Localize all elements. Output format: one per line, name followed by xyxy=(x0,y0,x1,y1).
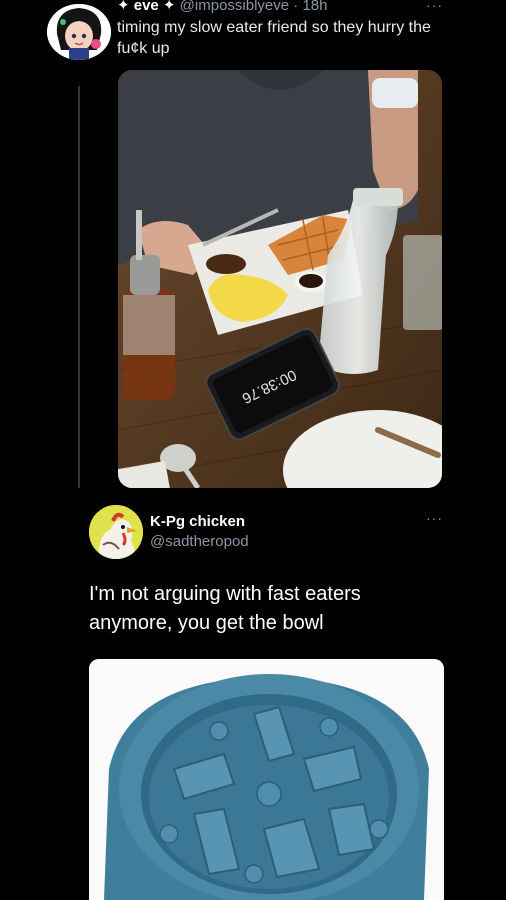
tweet-text: I'm not arguing with fast eaters anymore… xyxy=(89,583,361,634)
tweet-photo[interactable] xyxy=(89,659,444,900)
separator: · xyxy=(293,0,299,14)
display-name[interactable]: K-Pg chicken xyxy=(150,513,245,530)
tweet-header: ✦ eve ✦ @impossiblyeve · 18h xyxy=(117,0,327,14)
avatar-image xyxy=(47,4,111,60)
avatar[interactable] xyxy=(47,4,111,60)
tweet-text: timing my slow eater friend so they hurr… xyxy=(117,19,431,57)
tweet-photo[interactable]: 00:38.76 xyxy=(118,70,442,488)
slow-feeder-bowl-photo xyxy=(89,659,444,900)
handle[interactable]: @sadtheropod xyxy=(150,533,249,550)
avatar[interactable] xyxy=(89,505,143,559)
breakfast-photo: 00:38.76 xyxy=(118,70,442,488)
more-options-icon[interactable]: ··· xyxy=(426,0,443,13)
handle[interactable]: @impossiblyeve xyxy=(180,0,289,14)
more-options-icon[interactable]: ··· xyxy=(426,510,443,526)
thread-line xyxy=(78,86,80,488)
avatar-image xyxy=(89,505,143,559)
display-name[interactable]: ✦ eve ✦ xyxy=(117,0,176,14)
timestamp[interactable]: 18h xyxy=(302,0,327,14)
